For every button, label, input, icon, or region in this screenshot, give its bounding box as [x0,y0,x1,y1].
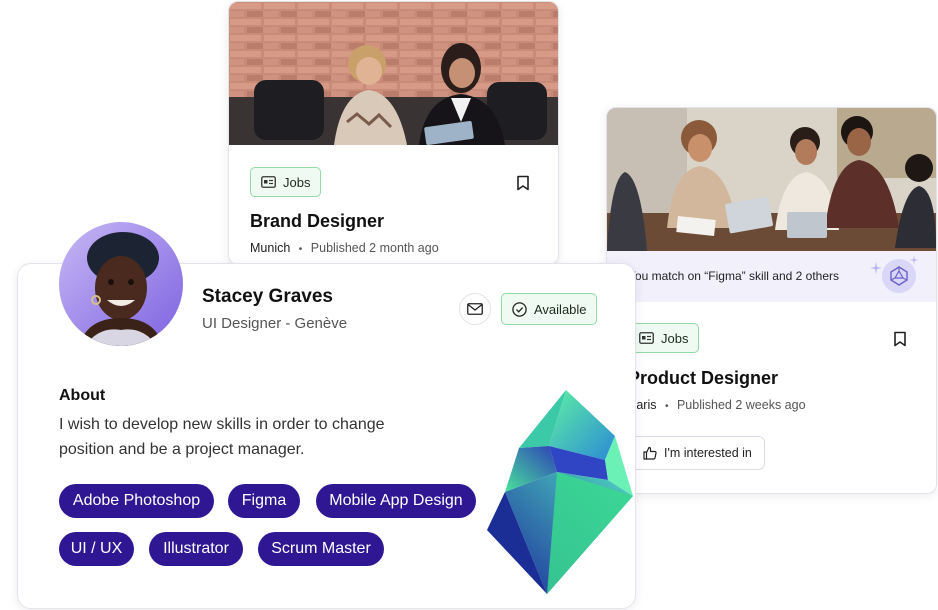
job-photo-team-meeting [607,108,936,251]
job-title[interactable]: Product Designer [628,368,778,389]
meta-separator: • [664,401,669,412]
match-text: You match on “Figma” skill and 2 others [628,269,839,283]
job-published: Published 2 month ago [310,241,439,255]
skill-pill[interactable]: Figma [228,484,300,518]
job-photo-office-meeting [229,2,558,145]
about-heading: About [59,387,106,404]
mail-icon [467,303,483,315]
interested-label: I'm interested in [664,446,752,460]
thumbs-up-icon [643,446,657,460]
status-label: Available [534,301,587,317]
job-title[interactable]: Brand Designer [250,211,384,232]
job-published: Published 2 weeks ago [676,398,806,412]
job-city: Munich [250,241,291,255]
sparkle-icon [870,262,882,274]
match-banner: You match on “Figma” skill and 2 others [607,251,936,302]
jobs-tag: Jobs [628,323,700,353]
crystal-gem [487,390,633,594]
skill-pill[interactable]: Adobe Photoshop [59,484,214,518]
profile-name: Stacey Graves [202,286,333,307]
polyhedron-icon [890,266,908,286]
status-badge: Available [501,293,597,325]
skill-pill[interactable]: Mobile App Design [316,484,476,518]
jobs-tag: Jobs [250,167,322,197]
check-circle-icon [512,301,527,317]
job-meta: Munich • Published 2 month ago [250,241,439,255]
profile-role: UI Designer - Genève [202,315,348,332]
job-meta: Paris • Published 2 weeks ago [628,398,806,412]
interested-button[interactable]: I'm interested in [628,436,765,470]
job-card-product-designer[interactable]: You match on “Figma” skill and 2 others … [606,107,937,494]
id-card-icon [261,176,276,188]
message-button[interactable] [459,293,491,325]
job-card-brand-designer[interactable]: Jobs Brand Designer Munich • Published 2… [228,1,559,265]
about-text-line1: I wish to develop new skills in order to… [59,416,385,433]
meta-separator: • [298,244,303,255]
bookmark-icon[interactable] [516,175,530,191]
skill-pill[interactable]: Illustrator [149,532,243,566]
jobs-tag-label: Jobs [283,174,311,190]
about-text-line2: position and be a project manager. [59,441,305,458]
bookmark-icon[interactable] [893,331,907,347]
jobs-tag-label: Jobs [661,330,689,346]
avatar [59,222,183,346]
skill-pill[interactable]: Scrum Master [258,532,384,566]
polyhedron-badge [882,259,916,293]
skill-pill[interactable]: UI / UX [59,532,134,566]
id-card-icon [639,332,654,344]
